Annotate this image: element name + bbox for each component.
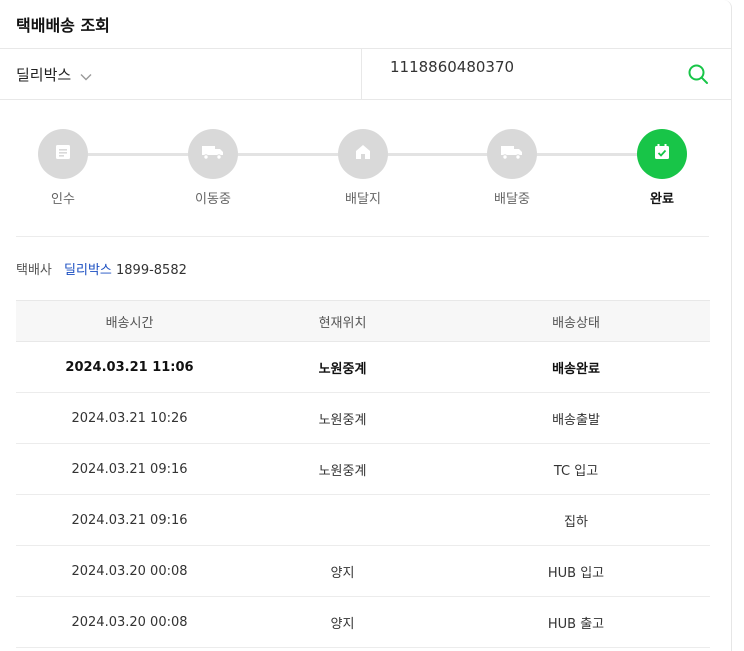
step-label: 인수 (51, 192, 75, 207)
tracking-number-field (362, 49, 731, 99)
carrier-select-value: 딜리박스 (16, 65, 72, 84)
cell-status: TC 입고 (442, 443, 710, 495)
page-title: 택배배송 조회 (16, 16, 110, 35)
cell-location: 노원중계 (243, 392, 442, 444)
header-status: 배송상태 (442, 300, 710, 342)
receipt-icon (54, 143, 72, 165)
cell-time: 2024.03.20 00:08 (16, 545, 243, 597)
cell-status: 배송완료 (442, 341, 710, 393)
header-time: 배송시간 (16, 300, 243, 342)
step-label: 완료 (650, 192, 674, 207)
step-circle (487, 129, 537, 179)
truck-icon (500, 143, 524, 165)
cell-location (243, 494, 442, 546)
courier-info: 택배사 딜리박스 1899-8582 (0, 237, 731, 278)
header-location: 현재위치 (243, 300, 442, 342)
calendar-check-icon (653, 143, 671, 165)
step-in-transit: 이동중 (168, 129, 258, 207)
step-received: 인수 (18, 129, 108, 207)
table-row: 2024.03.21 09:16 집하 (16, 494, 710, 546)
step-out-for-delivery: 배달중 (467, 129, 557, 207)
cell-status: HUB 출고 (442, 596, 710, 648)
courier-label: 택배사 (16, 263, 52, 278)
cell-time: 2024.03.21 10:26 (16, 392, 243, 444)
table-row: 2024.03.21 09:16 노원중계 TC 입고 (16, 443, 710, 495)
step-label: 배달지 (345, 192, 381, 207)
courier-name-link[interactable]: 딜리박스 (64, 263, 112, 278)
table-header-row: 배송시간 현재위치 배송상태 (16, 300, 710, 342)
title-bar: 택배배송 조회 (0, 0, 731, 49)
delivery-progress: 인수 이동중 배달지 배달중 완료 (16, 100, 709, 237)
step-circle (338, 129, 388, 179)
home-icon (354, 143, 372, 165)
delivery-tracking-panel: 택배배송 조회 딜리박스 1118860480370 인수 이동중 배달지 배달… (0, 0, 732, 651)
step-circle (38, 129, 88, 179)
table-row: 2024.03.21 10:26 노원중계 배송출발 (16, 392, 710, 444)
table-row: 2024.03.21 11:06 노원중계 배송완료 (16, 341, 710, 393)
step-label: 이동중 (195, 192, 231, 207)
tracking-number-input[interactable] (390, 57, 690, 77)
step-destination: 배달지 (318, 129, 408, 207)
table-row: 2024.03.20 00:08 양지 HUB 출고 (16, 596, 710, 648)
cell-time: 2024.03.20 00:08 (16, 596, 243, 648)
cell-location: 노원중계 (243, 443, 442, 495)
cell-status: 집하 (442, 494, 710, 546)
search-row: 딜리박스 (0, 49, 731, 100)
carrier-select[interactable]: 딜리박스 (0, 49, 362, 99)
step-circle (188, 129, 238, 179)
step-completed: 완료 (617, 129, 707, 207)
chevron-down-icon (80, 68, 92, 81)
cell-location: 양지 (243, 545, 442, 597)
cell-status: 배송출발 (442, 392, 710, 444)
cell-time: 2024.03.21 09:16 (16, 494, 243, 546)
cell-time: 2024.03.21 09:16 (16, 443, 243, 495)
search-icon[interactable] (687, 63, 709, 85)
table-row: 2024.03.20 00:08 양지 HUB 입고 (16, 545, 710, 597)
courier-phone: 1899-8582 (116, 263, 187, 278)
truck-icon (201, 143, 225, 165)
step-circle (637, 129, 687, 179)
step-label: 배달중 (494, 192, 530, 207)
cell-location: 노원중계 (243, 341, 442, 393)
tracking-history-table: 배송시간 현재위치 배송상태 2024.03.21 11:06 노원중계 배송완… (16, 300, 710, 648)
cell-status: HUB 입고 (442, 545, 710, 597)
cell-location: 양지 (243, 596, 442, 648)
cell-time: 2024.03.21 11:06 (16, 341, 243, 393)
